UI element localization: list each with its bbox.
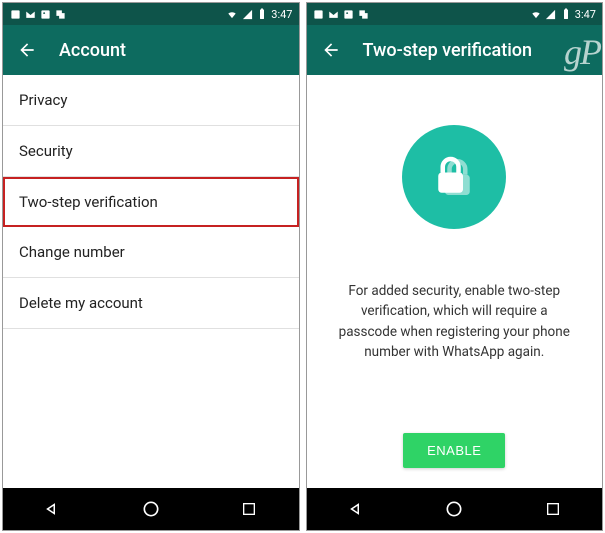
app-icon: [54, 8, 66, 20]
wifi-icon: [530, 8, 542, 20]
description-text: For added security, enable two-step veri…: [331, 281, 579, 362]
app-bar: Account: [3, 25, 299, 75]
status-bar: 3:47: [307, 3, 603, 25]
list-item-security[interactable]: Security: [3, 126, 299, 177]
status-time: 3:47: [575, 8, 596, 21]
battery-icon: [256, 8, 268, 20]
mail-icon: [328, 8, 340, 20]
signal-icon: [241, 8, 253, 20]
nav-home-icon[interactable]: [140, 498, 162, 520]
wifi-icon: [226, 8, 238, 20]
nav-home-icon[interactable]: [443, 498, 465, 520]
phone-left: 3:47 Account Privacy Security Two-step v…: [2, 2, 300, 531]
app-bar: Two-step verification gP: [307, 25, 603, 75]
list-item-two-step[interactable]: Two-step verification: [3, 177, 299, 227]
nav-back-icon[interactable]: [41, 498, 63, 520]
back-icon[interactable]: [321, 40, 341, 60]
nav-back-icon[interactable]: [345, 498, 367, 520]
status-bar: 3:47: [3, 3, 299, 25]
lock-circle-icon: [402, 125, 506, 229]
notif-icon: [9, 8, 21, 20]
two-step-content: For added security, enable two-step veri…: [307, 75, 603, 488]
page-title: Two-step verification: [363, 40, 533, 61]
nav-bar: [3, 488, 299, 530]
list-item-delete-account[interactable]: Delete my account: [3, 278, 299, 329]
status-time: 3:47: [271, 8, 292, 21]
watermark: gP: [564, 31, 602, 73]
nav-bar: [307, 488, 603, 530]
list-item-privacy[interactable]: Privacy: [3, 75, 299, 126]
nav-recent-icon[interactable]: [542, 498, 564, 520]
app-icon: [358, 8, 370, 20]
image-icon: [39, 8, 51, 20]
battery-icon: [560, 8, 572, 20]
back-icon[interactable]: [17, 40, 37, 60]
nav-recent-icon[interactable]: [238, 498, 260, 520]
settings-list: Privacy Security Two-step verification C…: [3, 75, 299, 488]
phone-right: 3:47 Two-step verification gP: [306, 2, 604, 531]
page-title: Account: [59, 40, 126, 61]
mail-icon: [24, 8, 36, 20]
enable-button[interactable]: ENABLE: [403, 433, 505, 468]
list-item-change-number[interactable]: Change number: [3, 227, 299, 278]
notif-icon: [313, 8, 325, 20]
image-icon: [343, 8, 355, 20]
signal-icon: [545, 8, 557, 20]
